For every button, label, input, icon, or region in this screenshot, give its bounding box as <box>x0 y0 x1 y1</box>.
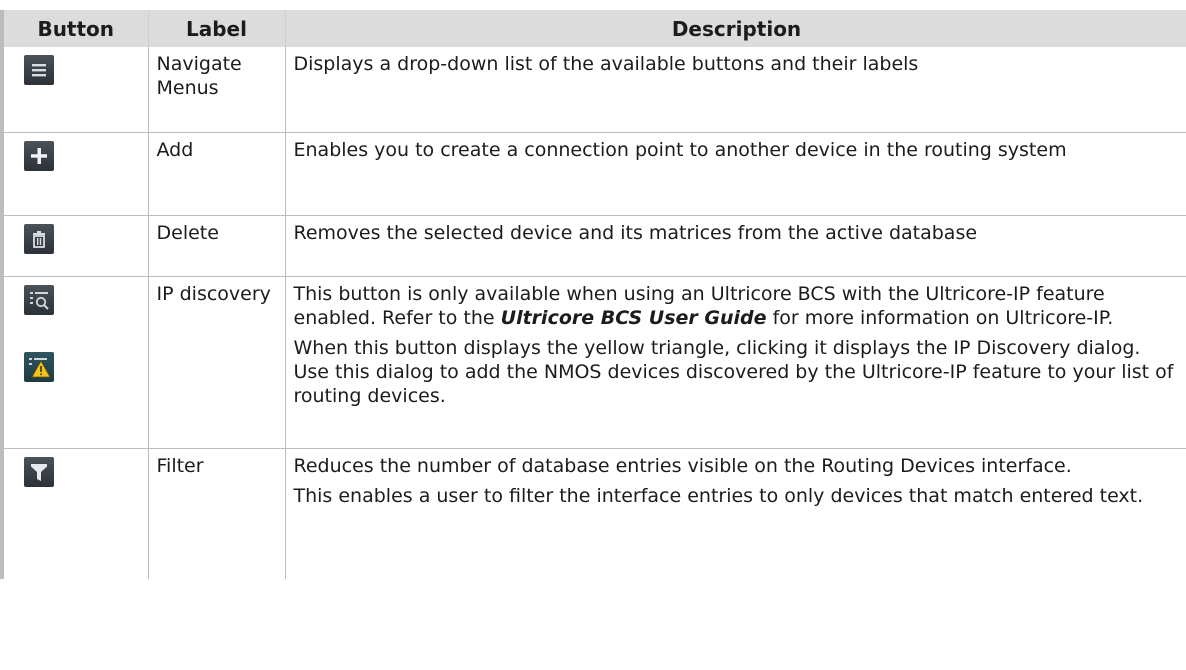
table-header-row: Button Label Description <box>0 10 1186 47</box>
table-row: Filter Reduces the number of database en… <box>0 448 1186 579</box>
table-row: Add Enables you to create a connection p… <box>0 132 1186 216</box>
header-description: Description <box>284 10 1186 47</box>
description-paragraph: This button is only available when using… <box>294 282 1181 330</box>
button-cell <box>0 276 148 449</box>
description-cell: Reduces the number of database entries v… <box>284 448 1186 579</box>
description-cell: Enables you to create a connection point… <box>284 132 1186 216</box>
description-text: for more information on Ultricore-IP. <box>766 306 1114 329</box>
button-reference-table: Button Label Description Navigate Menus … <box>0 10 1186 579</box>
table-row: Navigate Menus Displays a drop-down list… <box>0 47 1186 133</box>
button-cell <box>0 47 148 133</box>
filter-icon <box>24 456 54 487</box>
document-title: Ultricore BCS User Guide <box>500 306 767 329</box>
plus-icon <box>24 140 54 171</box>
description-cell: Displays a drop-down list of the availab… <box>284 47 1186 133</box>
description-paragraph: Reduces the number of database entries v… <box>293 454 1072 477</box>
button-cell <box>0 132 148 216</box>
header-button: Button <box>0 10 149 47</box>
description-paragraph: This enables a user to filter the interf… <box>293 484 1144 507</box>
button-cell <box>0 448 148 579</box>
label-cell: Delete <box>147 215 285 277</box>
description-cell: This button is only available when using… <box>284 276 1186 449</box>
description-cell: Removes the selected device and its matr… <box>284 215 1186 277</box>
label-cell: Filter <box>147 448 285 579</box>
label-cell: IP discovery <box>147 276 285 449</box>
label-cell: Add <box>147 132 285 216</box>
button-cell <box>0 215 148 277</box>
hamburger-menu-icon <box>24 55 54 85</box>
table-row: Delete Removes the selected device and i… <box>0 215 1186 277</box>
ip-discovery-warning-icon <box>24 351 54 382</box>
ip-discovery-icon <box>24 284 54 315</box>
table-row: IP discovery This button is only availab… <box>0 276 1186 449</box>
trash-icon <box>24 223 54 254</box>
label-cell: Navigate Menus <box>147 47 285 133</box>
description-paragraph: When this button displays the yellow tri… <box>293 336 1174 407</box>
header-label: Label <box>147 10 286 47</box>
